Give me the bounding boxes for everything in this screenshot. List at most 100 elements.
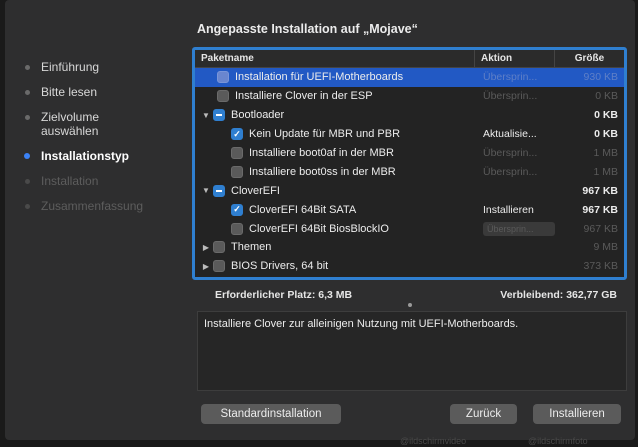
step-zielvolume: Zielvolume auswählen: [5, 110, 115, 138]
table-row[interactable]: ✓ CloverEFI 64Bit SATA Installieren 967 …: [195, 200, 624, 219]
package-checkbox-mixed[interactable]: [213, 109, 225, 122]
watermark-text: @ildschirmfoto: [528, 436, 588, 446]
package-action: Übersprin...: [483, 165, 538, 178]
step-einfuehrung: Einführung: [5, 60, 185, 74]
package-size: 0 KB: [594, 128, 618, 141]
table-row[interactable]: Installiere boot0ss in der MBR Übersprin…: [195, 162, 624, 181]
package-name: Installiere boot0ss in der MBR: [249, 165, 396, 178]
package-name-cell: ✓ CloverEFI 64Bit SATA: [195, 203, 477, 216]
standard-install-button[interactable]: Standardinstallation: [201, 404, 341, 424]
table-row[interactable]: Installation für UEFI-Motherboards Übers…: [195, 68, 624, 87]
package-name-cell: Installation für UEFI-Motherboards: [195, 71, 477, 84]
space-info: Erforderlicher Platz: 6,3 MB Verbleibend…: [197, 286, 625, 304]
package-checkbox[interactable]: [231, 147, 243, 159]
package-checkbox[interactable]: [217, 71, 229, 84]
disclosure-closed-icon[interactable]: ▶: [199, 262, 213, 271]
back-button[interactable]: Zurück: [450, 404, 517, 424]
package-name: CloverEFI 64Bit BiosBlockIO: [249, 222, 389, 235]
install-button[interactable]: Installieren: [533, 404, 621, 424]
package-name-cell: ▼ CloverEFI: [195, 184, 477, 197]
disclosure-open-icon[interactable]: ▼: [199, 186, 213, 195]
table-row[interactable]: Installiere Clover in der ESP Übersprin.…: [195, 87, 624, 106]
page-title: Angepasste Installation auf „Mojave“: [197, 22, 418, 36]
table-row-group[interactable]: ▶ Themen 9 MB: [195, 238, 624, 257]
step-zusammenfassung: Zusammenfassung: [5, 199, 185, 213]
package-action: Übersprin...: [483, 71, 538, 84]
column-header-size[interactable]: Größe: [555, 50, 624, 67]
step-label: Zielvolume auswählen: [41, 110, 100, 138]
step-label: Zusammenfassung: [41, 199, 144, 213]
package-checkbox[interactable]: [217, 90, 229, 103]
table-row-group[interactable]: ▼ CloverEFI 967 KB: [195, 181, 624, 200]
package-checkbox[interactable]: [213, 241, 225, 254]
package-action: Übersprin...: [483, 90, 538, 103]
package-action-cell: Übersprin...: [477, 221, 557, 236]
step-installationstyp: Installationstyp: [5, 149, 185, 163]
package-name: BIOS Drivers, 64 bit: [231, 260, 329, 273]
package-name-cell: ▶ Themen: [195, 241, 477, 254]
step-dot-icon: [25, 204, 30, 209]
package-action: Übersprin...: [483, 147, 538, 159]
package-name: CloverEFI 64Bit SATA: [249, 203, 357, 216]
table-row[interactable]: CloverEFI 64Bit BiosBlockIO Übersprin...…: [195, 219, 624, 238]
package-name-cell: CloverEFI 64Bit BiosBlockIO: [195, 222, 477, 235]
package-checkbox[interactable]: [231, 165, 243, 178]
package-checkbox-checked[interactable]: ✓: [231, 128, 243, 141]
package-name: CloverEFI: [231, 184, 280, 197]
package-name: Themen: [231, 241, 272, 254]
table-header: Paketname Aktion Größe: [195, 50, 624, 68]
package-name: Installiere Clover in der ESP: [235, 90, 373, 103]
package-table[interactable]: Paketname Aktion Größe Installation für …: [192, 47, 627, 280]
package-checkbox-checked[interactable]: ✓: [231, 203, 243, 216]
package-name-cell: Installiere boot0af in der MBR: [195, 147, 477, 159]
table-row[interactable]: Installiere boot0af in der MBR Übersprin…: [195, 144, 624, 163]
package-checkbox-mixed[interactable]: [213, 184, 225, 197]
column-header-name[interactable]: Paketname: [195, 50, 475, 67]
package-checkbox[interactable]: [231, 222, 243, 235]
package-size: 0 KB: [594, 109, 618, 122]
package-name-cell: Installiere boot0ss in der MBR: [195, 165, 477, 178]
package-size: 1 MB: [593, 165, 618, 178]
step-dot-icon: [25, 115, 30, 120]
action-popup-button[interactable]: Übersprin...: [483, 221, 555, 236]
package-name: Bootloader: [231, 109, 285, 122]
table-row[interactable]: ✓ Kein Update für MBR und PBR Aktualisie…: [195, 125, 624, 144]
step-label: Installationstyp: [41, 149, 130, 163]
sidebar-steps: Einführung Bitte lesen Zielvolume auswäh…: [5, 60, 185, 224]
package-size: 967 KB: [582, 184, 618, 197]
package-description: Installiere Clover zur alleinigen Nutzun…: [197, 311, 627, 391]
split-resize-handle[interactable]: [408, 303, 412, 307]
step-dot-icon: [25, 65, 30, 70]
table-row-group[interactable]: ▶ BIOS Drivers, 64 bit 373 KB: [195, 257, 624, 276]
package-size: 373 KB: [583, 260, 618, 273]
disclosure-open-icon[interactable]: ▼: [199, 111, 213, 120]
package-size: 967 KB: [582, 203, 618, 216]
package-size: 1 MB: [593, 147, 618, 159]
disclosure-closed-icon[interactable]: ▶: [199, 243, 213, 252]
step-label: Bitte lesen: [41, 85, 98, 99]
step-active-dot-icon: [24, 153, 30, 159]
package-name-cell: ▶ BIOS Drivers, 64 bit: [195, 260, 477, 273]
package-size: 930 KB: [583, 71, 618, 84]
package-name-cell: Installiere Clover in der ESP: [195, 90, 477, 103]
step-label: Installation: [41, 174, 99, 188]
package-action: Aktualisie...: [483, 128, 537, 141]
step-installation: Installation: [5, 174, 185, 188]
package-checkbox[interactable]: [213, 260, 225, 273]
package-size: 9 MB: [593, 241, 618, 254]
package-action: Installieren: [483, 203, 534, 216]
package-name-cell: ▼ Bootloader: [195, 109, 477, 122]
remaining-space: Verbleibend: 362,77 GB: [500, 289, 617, 301]
package-name: Kein Update für MBR und PBR: [249, 128, 401, 141]
step-dot-icon: [25, 90, 30, 95]
package-size: 967 KB: [583, 222, 618, 235]
table-row-group[interactable]: ▼ Bootloader 0 KB: [195, 106, 624, 125]
step-bitte-lesen: Bitte lesen: [5, 85, 185, 99]
package-size: 0 KB: [595, 90, 618, 103]
package-name: Installiere boot0af in der MBR: [249, 147, 394, 159]
column-header-action[interactable]: Aktion: [475, 50, 555, 67]
package-name: Installation für UEFI-Motherboards: [235, 71, 404, 84]
installer-window: Einführung Bitte lesen Zielvolume auswäh…: [5, 0, 635, 440]
required-space: Erforderlicher Platz: 6,3 MB: [215, 289, 353, 301]
package-name-cell: ✓ Kein Update für MBR und PBR: [195, 128, 477, 141]
